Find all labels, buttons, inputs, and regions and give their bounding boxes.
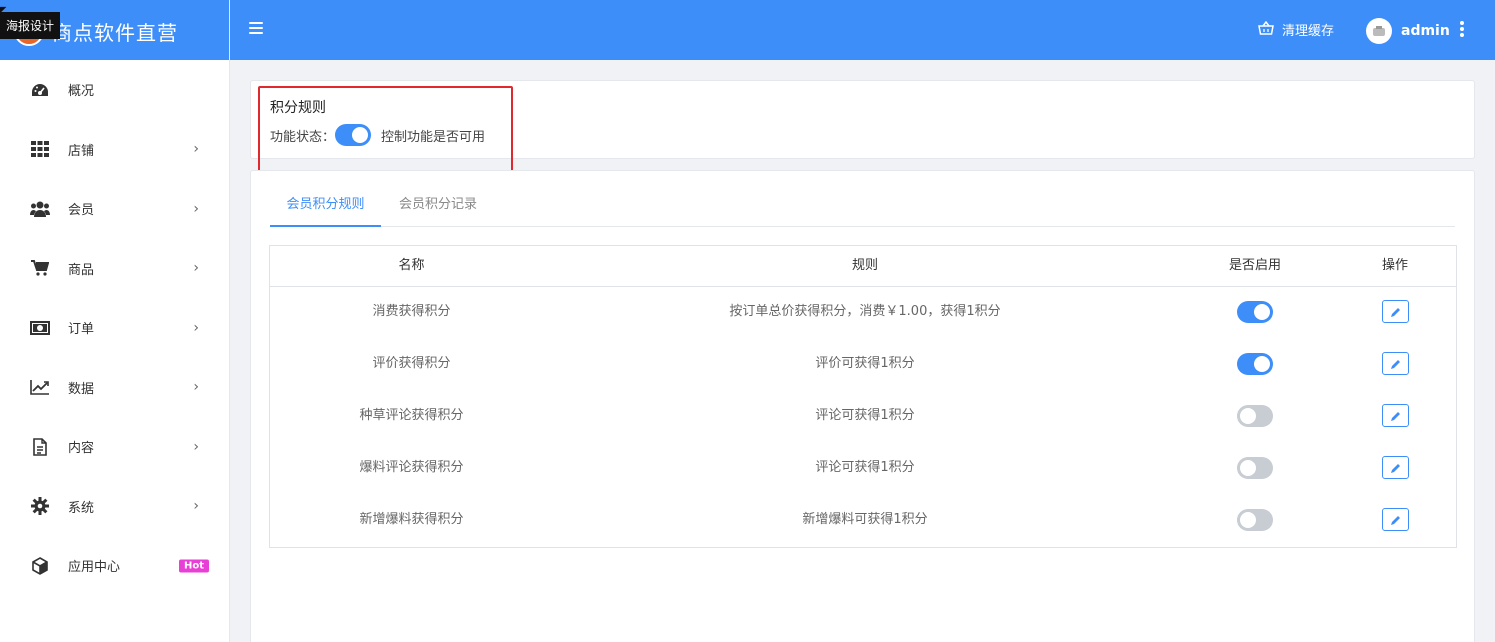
sidebar-item-label: 会员	[68, 203, 95, 219]
rule-description: 新增爆料可获得1积分	[802, 512, 928, 527]
chevron-right-icon: ›	[193, 438, 199, 455]
sidebar-item-products[interactable]: 商品 ›	[0, 239, 229, 299]
column-header-rule: 规则	[851, 258, 878, 273]
chevron-right-icon: ›	[193, 260, 199, 277]
sidebar-menu: 概况 店铺 › 会员 › 商品 › 订单 › 数据 › 内容 › 系统 › 应用…	[0, 60, 229, 596]
sidebar-item-label: 概况	[68, 84, 95, 100]
column-header-actions: 操作	[1381, 258, 1408, 273]
tab-member-points-records[interactable]: 会员积分记录	[388, 188, 488, 227]
clear-cache-label: 清理缓存	[1282, 24, 1335, 39]
sidebar: 商点软件直营 海报设计 概况 店铺 › 会员 › 商品 › 订单 › 数据 › …	[0, 0, 230, 642]
sidebar-item-content[interactable]: 内容 ›	[0, 417, 229, 477]
rule-name: 种草评论获得积分	[359, 408, 464, 423]
sidebar-item-store[interactable]: 店铺 ›	[0, 120, 229, 180]
sidebar-item-orders[interactable]: 订单 ›	[0, 298, 229, 358]
pencil-icon	[1390, 412, 1400, 421]
tooltip: 海报设计	[0, 12, 61, 39]
chevron-right-icon: ›	[193, 379, 199, 396]
rule-name: 评价获得积分	[372, 356, 451, 371]
column-header-enabled: 是否启用	[1228, 258, 1281, 273]
document-icon	[30, 437, 50, 457]
user-menu[interactable]: admin	[1366, 18, 1450, 44]
more-options-icon[interactable]	[1460, 21, 1464, 39]
menu-toggle-icon[interactable]	[249, 22, 263, 36]
table-row: 爆料评论获得积分 评论可获得1积分	[270, 443, 1456, 495]
sidebar-item-label: 订单	[68, 322, 95, 338]
pencil-icon	[1390, 360, 1400, 369]
sidebar-item-data[interactable]: 数据 ›	[0, 358, 229, 418]
enable-toggle[interactable]	[1237, 456, 1273, 479]
edit-button[interactable]	[1381, 404, 1409, 427]
grid-icon	[30, 139, 50, 159]
rule-description: 按订单总价获得积分，消费￥1.00，获得1积分	[729, 304, 1001, 319]
edit-button[interactable]	[1381, 352, 1409, 375]
rule-name: 消费获得积分	[372, 304, 451, 319]
chart-icon	[30, 377, 50, 397]
avatar	[1366, 18, 1392, 44]
enable-toggle[interactable]	[1237, 508, 1273, 531]
dashboard-icon	[30, 80, 50, 100]
sidebar-item-members[interactable]: 会员 ›	[0, 179, 229, 239]
sidebar-item-label: 数据	[68, 381, 95, 397]
pencil-icon	[1390, 516, 1400, 525]
pencil-icon	[1390, 308, 1400, 317]
rule-description: 评价可获得1积分	[815, 356, 915, 371]
tab-bar: 会员积分规则 会员积分记录	[270, 188, 1455, 227]
sidebar-item-label: 应用中心	[68, 560, 121, 576]
rule-description: 评论可获得1积分	[815, 408, 915, 423]
sidebar-item-system[interactable]: 系统 ›	[0, 477, 229, 537]
rule-name: 新增爆料获得积分	[359, 512, 464, 527]
chevron-right-icon: ›	[193, 498, 199, 515]
chevron-right-icon: ›	[193, 319, 199, 336]
sidebar-item-label: 系统	[68, 500, 95, 516]
tab-member-points-rules[interactable]: 会员积分规则	[270, 188, 381, 227]
edit-button[interactable]	[1381, 300, 1409, 323]
edit-button[interactable]	[1381, 508, 1409, 531]
table-row: 评价获得积分 评价可获得1积分	[270, 339, 1456, 391]
enable-toggle[interactable]	[1237, 404, 1273, 427]
sidebar-item-label: 内容	[68, 441, 95, 457]
table-row: 种草评论获得积分 评论可获得1积分	[270, 391, 1456, 443]
brand-header: 商点软件直营 海报设计	[0, 0, 229, 60]
users-icon	[30, 199, 50, 219]
gear-icon	[30, 496, 50, 516]
enable-toggle[interactable]	[1237, 300, 1273, 323]
rule-description: 评论可获得1积分	[815, 460, 915, 475]
highlight-box	[258, 86, 513, 176]
cart-icon	[30, 258, 50, 278]
money-icon	[30, 318, 50, 338]
chevron-right-icon: ›	[193, 141, 199, 158]
clear-cache-button[interactable]: 清理缓存	[1258, 20, 1334, 39]
column-header-name: 名称	[398, 258, 425, 273]
hot-badge: Hot	[178, 559, 209, 573]
cube-icon	[30, 556, 50, 576]
brand-title: 商点软件直营	[52, 21, 178, 45]
basket-icon	[1258, 20, 1274, 39]
points-rules-table: 名称 规则 是否启用 操作 消费获得积分 按订单总价获得积分，消费￥1.00，获…	[269, 245, 1457, 548]
user-name: admin	[1401, 23, 1450, 39]
enable-toggle[interactable]	[1237, 352, 1273, 375]
sidebar-item-label: 店铺	[68, 143, 95, 159]
sidebar-item-overview[interactable]: 概况	[0, 60, 229, 120]
table-row: 消费获得积分 按订单总价获得积分，消费￥1.00，获得1积分	[270, 287, 1456, 339]
table-row: 新增爆料获得积分 新增爆料可获得1积分	[270, 495, 1456, 547]
chevron-right-icon: ›	[193, 200, 199, 217]
rule-name: 爆料评论获得积分	[359, 460, 464, 475]
table-header: 名称 规则 是否启用 操作	[270, 246, 1456, 287]
edit-button[interactable]	[1381, 456, 1409, 479]
sidebar-item-app-center[interactable]: 应用中心 Hot	[0, 536, 229, 596]
pencil-icon	[1390, 464, 1400, 473]
sidebar-item-label: 商品	[68, 262, 95, 278]
top-bar: 清理缓存 admin	[230, 0, 1495, 60]
